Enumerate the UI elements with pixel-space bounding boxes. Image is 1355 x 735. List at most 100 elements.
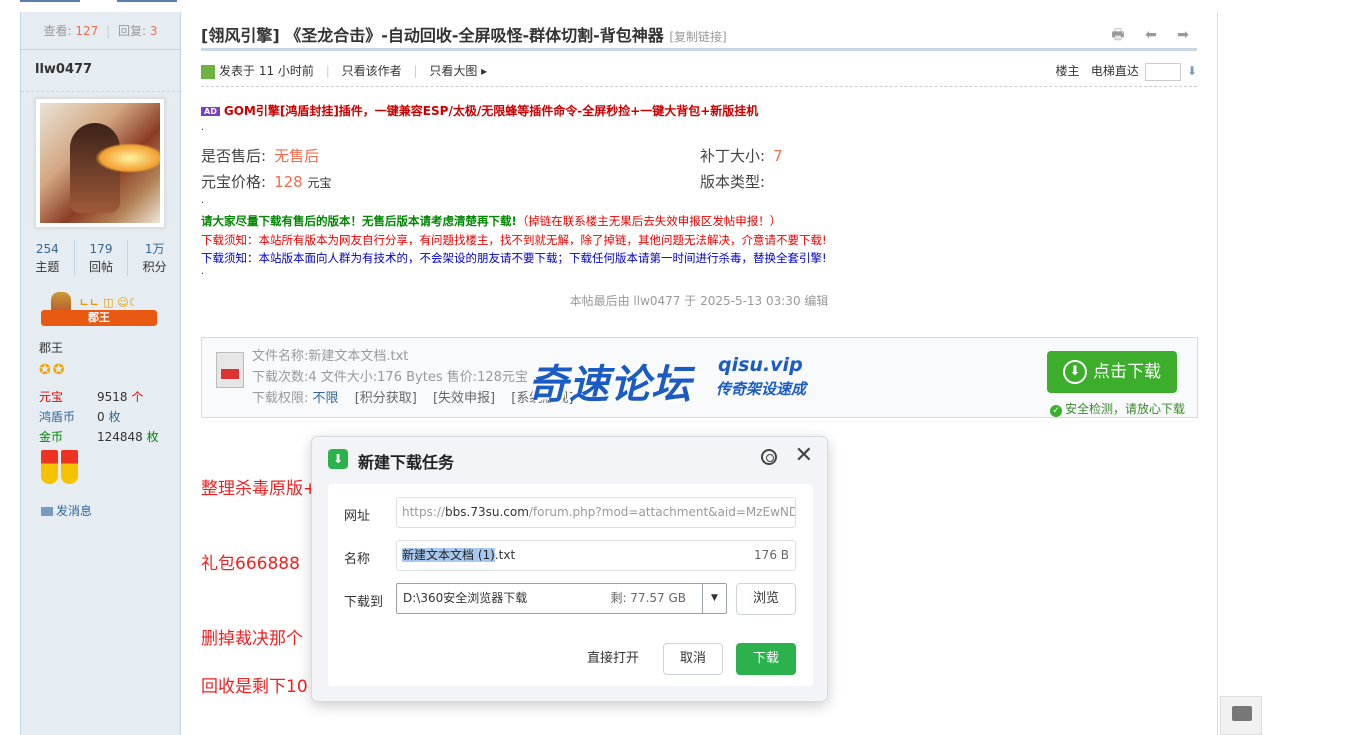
post-title: [翎风引擎] 《圣龙合击》-自动回收-全屏吸怪-群体切割-背包神器 [复制链接] <box>201 22 727 46</box>
ad-line[interactable]: AD GOM引擎[鸿盾封挂]插件，一键兼容ESP/太极/无限蜂等插件命令-全屏秒捡… <box>201 102 758 119</box>
new-download-dialog: ⬇ 新建下载任务 ✕ 网址 https://bbs.73su.com/forum… <box>311 436 828 702</box>
open-directly-button[interactable]: 直接打开 <box>580 644 646 676</box>
close-icon[interactable]: ✕ <box>795 445 813 467</box>
field-price: 元宝价格: 128 元宝 <box>201 171 332 192</box>
filename-extension: .txt <box>494 548 516 562</box>
dialog-title: 新建下载任务 <box>358 453 455 472</box>
dialog-body: 网址 https://bbs.73su.com/forum.php?mod=at… <box>328 484 813 686</box>
chat-icon <box>1232 706 1252 721</box>
print-prev-next-icons[interactable]: 🖶 ⬅ ➡ <box>1111 24 1197 48</box>
stat-points-label: 积分 <box>142 260 167 274</box>
stat-threads[interactable]: 254 主题 <box>21 240 75 276</box>
author-username[interactable]: llw0477 <box>21 50 180 92</box>
attachment-info: 文件名称:新建文本文档.txt 下载次数:4 文件大小:176 Bytes 售价… <box>252 346 573 409</box>
big-image-link[interactable]: 只看大图 ▸ <box>429 64 487 78</box>
destination-select[interactable]: D:\360安全浏览器下载 剩: 77.57 GB ▼ <box>396 583 727 614</box>
attr-gold-key: 金币 <box>39 430 64 444</box>
stat-replies-label: 回帖 <box>89 260 114 274</box>
attachment-stats: 下载次数:4 文件大小:176 Bytes 售价:128元宝 <box>252 370 528 385</box>
send-message-link[interactable]: 发消息 <box>41 502 92 519</box>
safety-text: 安全检测，请放心下载 <box>1064 402 1185 416</box>
views-label: 查看: <box>43 24 72 38</box>
field-price-value: 128 <box>274 173 303 191</box>
notice-red: 下载须知：本站所有版本为网友自行分享，有问题找楼主，找不到就无解，除了掉链，其他… <box>201 233 827 247</box>
elevator-input[interactable] <box>1144 62 1181 81</box>
body-line-3: 删掉裁决那个 <box>201 629 303 649</box>
txt-file-icon <box>216 352 244 388</box>
field-version-type-key: 版本类型: <box>700 173 766 191</box>
only-author-link[interactable]: 只看该作者 <box>342 64 402 78</box>
copy-link[interactable]: [复制链接] <box>669 30 726 44</box>
chat-float-button[interactable] <box>1220 696 1262 735</box>
field-patch-size-key: 补丁大小: <box>700 147 766 165</box>
body-dot: . <box>201 122 205 133</box>
attr-yuanbao-unit: 个 <box>131 390 144 404</box>
chevron-down-icon[interactable]: ▼ <box>702 584 726 613</box>
elevator-label: 电梯直达 <box>1090 64 1139 78</box>
destination-label: 下载到 <box>344 595 384 610</box>
field-after-sale: 是否售后: 无售后 <box>201 145 319 166</box>
url-label: 网址 <box>344 509 371 524</box>
views-count: 127 <box>75 24 99 38</box>
notice-green-tail: （掉链在联系楼主无果后去失效申报区发帖申报！） <box>516 214 782 228</box>
thread-stats: 查看: 127 | 回复: 3 <box>21 12 180 50</box>
edited-note: 本帖最后由 llw0477 于 2025-5-13 03:30 编辑 <box>569 294 829 308</box>
notice-green: 请大家尽量下载有售后的版本！无售后版本请考虑清楚再下载!（掉链在联系楼主无果后去… <box>201 213 781 229</box>
destination-path: D:\360安全浏览器下载 <box>403 591 528 605</box>
cancel-button[interactable]: 取消 <box>663 643 723 675</box>
attr-hongdun-value: 0 <box>97 410 105 424</box>
attachment-permission: 下载权限: 不限 [积分获取] [失效申报] [系统版规] <box>252 388 573 409</box>
field-after-sale-key: 是否售后: <box>201 147 267 165</box>
rank-icon: ㄴㄴ ◫ ☺☾ 郡王 <box>41 292 157 328</box>
stat-replies-num: 179 <box>89 242 113 256</box>
points-link[interactable]: [积分获取] <box>355 391 417 406</box>
posted-time: 发表于 11 小时前 <box>219 64 314 78</box>
post-meta-bar: 发表于 11 小时前 | 只看该作者 | 只看大图 ▸ 楼主 电梯直达 ⬇ <box>201 59 1197 87</box>
body-line-4: 回收是剩下10 <box>201 677 308 697</box>
browse-button[interactable]: 浏览 <box>736 583 796 615</box>
field-price-key: 元宝价格: <box>201 173 267 191</box>
author-avatar[interactable] <box>35 98 165 228</box>
ad-text[interactable]: GOM引擎[鸿盾封挂]插件，一键兼容ESP/太极/无限蜂等插件命令-全屏秒捡+一… <box>224 104 758 118</box>
free-space: 剩: 77.57 GB <box>610 591 686 605</box>
filename-selected-text: 新建文本文档 (1) <box>402 548 495 562</box>
stats-separator: | <box>106 24 111 38</box>
rank-stars-icon: ✪✪ <box>39 362 67 378</box>
download-app-icon: ⬇ <box>328 449 348 469</box>
settings-icon[interactable] <box>761 449 777 465</box>
body-dot: . <box>201 266 205 277</box>
attr-hongdun-key: 鸿盾币 <box>39 410 76 424</box>
field-version-type: 版本类型: <box>700 171 773 192</box>
notice-blue: 下载须知：本站版本面向人群为有技术的，不会架设的朋友请不要下载；下载任何版本请第… <box>201 251 827 265</box>
stat-points[interactable]: 1万 积分 <box>128 240 181 276</box>
url-scheme: https:// <box>402 505 446 519</box>
download-button[interactable]: ⬇ 点击下载 <box>1047 351 1177 393</box>
stat-replies[interactable]: 179 回帖 <box>75 240 129 276</box>
download-button-label: 点击下载 <box>1093 362 1161 382</box>
send-message-label: 发消息 <box>56 504 93 518</box>
report-link[interactable]: [失效申报] <box>433 391 495 406</box>
user-group[interactable]: 郡王 <box>39 339 63 356</box>
download-circle-icon: ⬇ <box>1063 360 1087 384</box>
url-field[interactable]: https://bbs.73su.com/forum.php?mod=attac… <box>396 497 796 528</box>
check-icon: ✓ <box>1049 405 1062 417</box>
field-price-unit: 元宝 <box>307 176 332 190</box>
watermark-domain: qisu.vip <box>718 354 803 376</box>
confirm-download-button[interactable]: 下载 <box>736 643 796 675</box>
medal-icon[interactable] <box>41 450 81 486</box>
envelope-icon <box>41 507 53 516</box>
watermark-subtitle: 传奇架设速成 <box>716 380 807 398</box>
dialog-header[interactable]: ⬇ 新建下载任务 ✕ <box>312 437 827 481</box>
field-patch-size-value: 7 <box>773 147 783 165</box>
body-line-2: 礼包666888 <box>201 554 300 574</box>
meta-sep: | <box>413 64 418 78</box>
url-path: /forum.php?mod=attachment&aid=MzEwNDY <box>528 505 796 519</box>
attr-yuanbao-key: 元宝 <box>39 390 64 404</box>
stat-threads-num: 254 <box>35 242 59 256</box>
elevator-go-icon[interactable]: ⬇ <box>1187 64 1197 78</box>
post-title-text: [翎风引擎] 《圣龙合击》-自动回收-全屏吸怪-群体切割-背包神器 <box>201 26 664 45</box>
name-label: 名称 <box>344 552 371 567</box>
attr-yuanbao: 元宝 9518 个 <box>39 388 143 405</box>
attr-gold-unit: 枚 <box>146 430 159 444</box>
filename-field[interactable]: 新建文本文档 (1).txt 176 B <box>396 540 796 571</box>
